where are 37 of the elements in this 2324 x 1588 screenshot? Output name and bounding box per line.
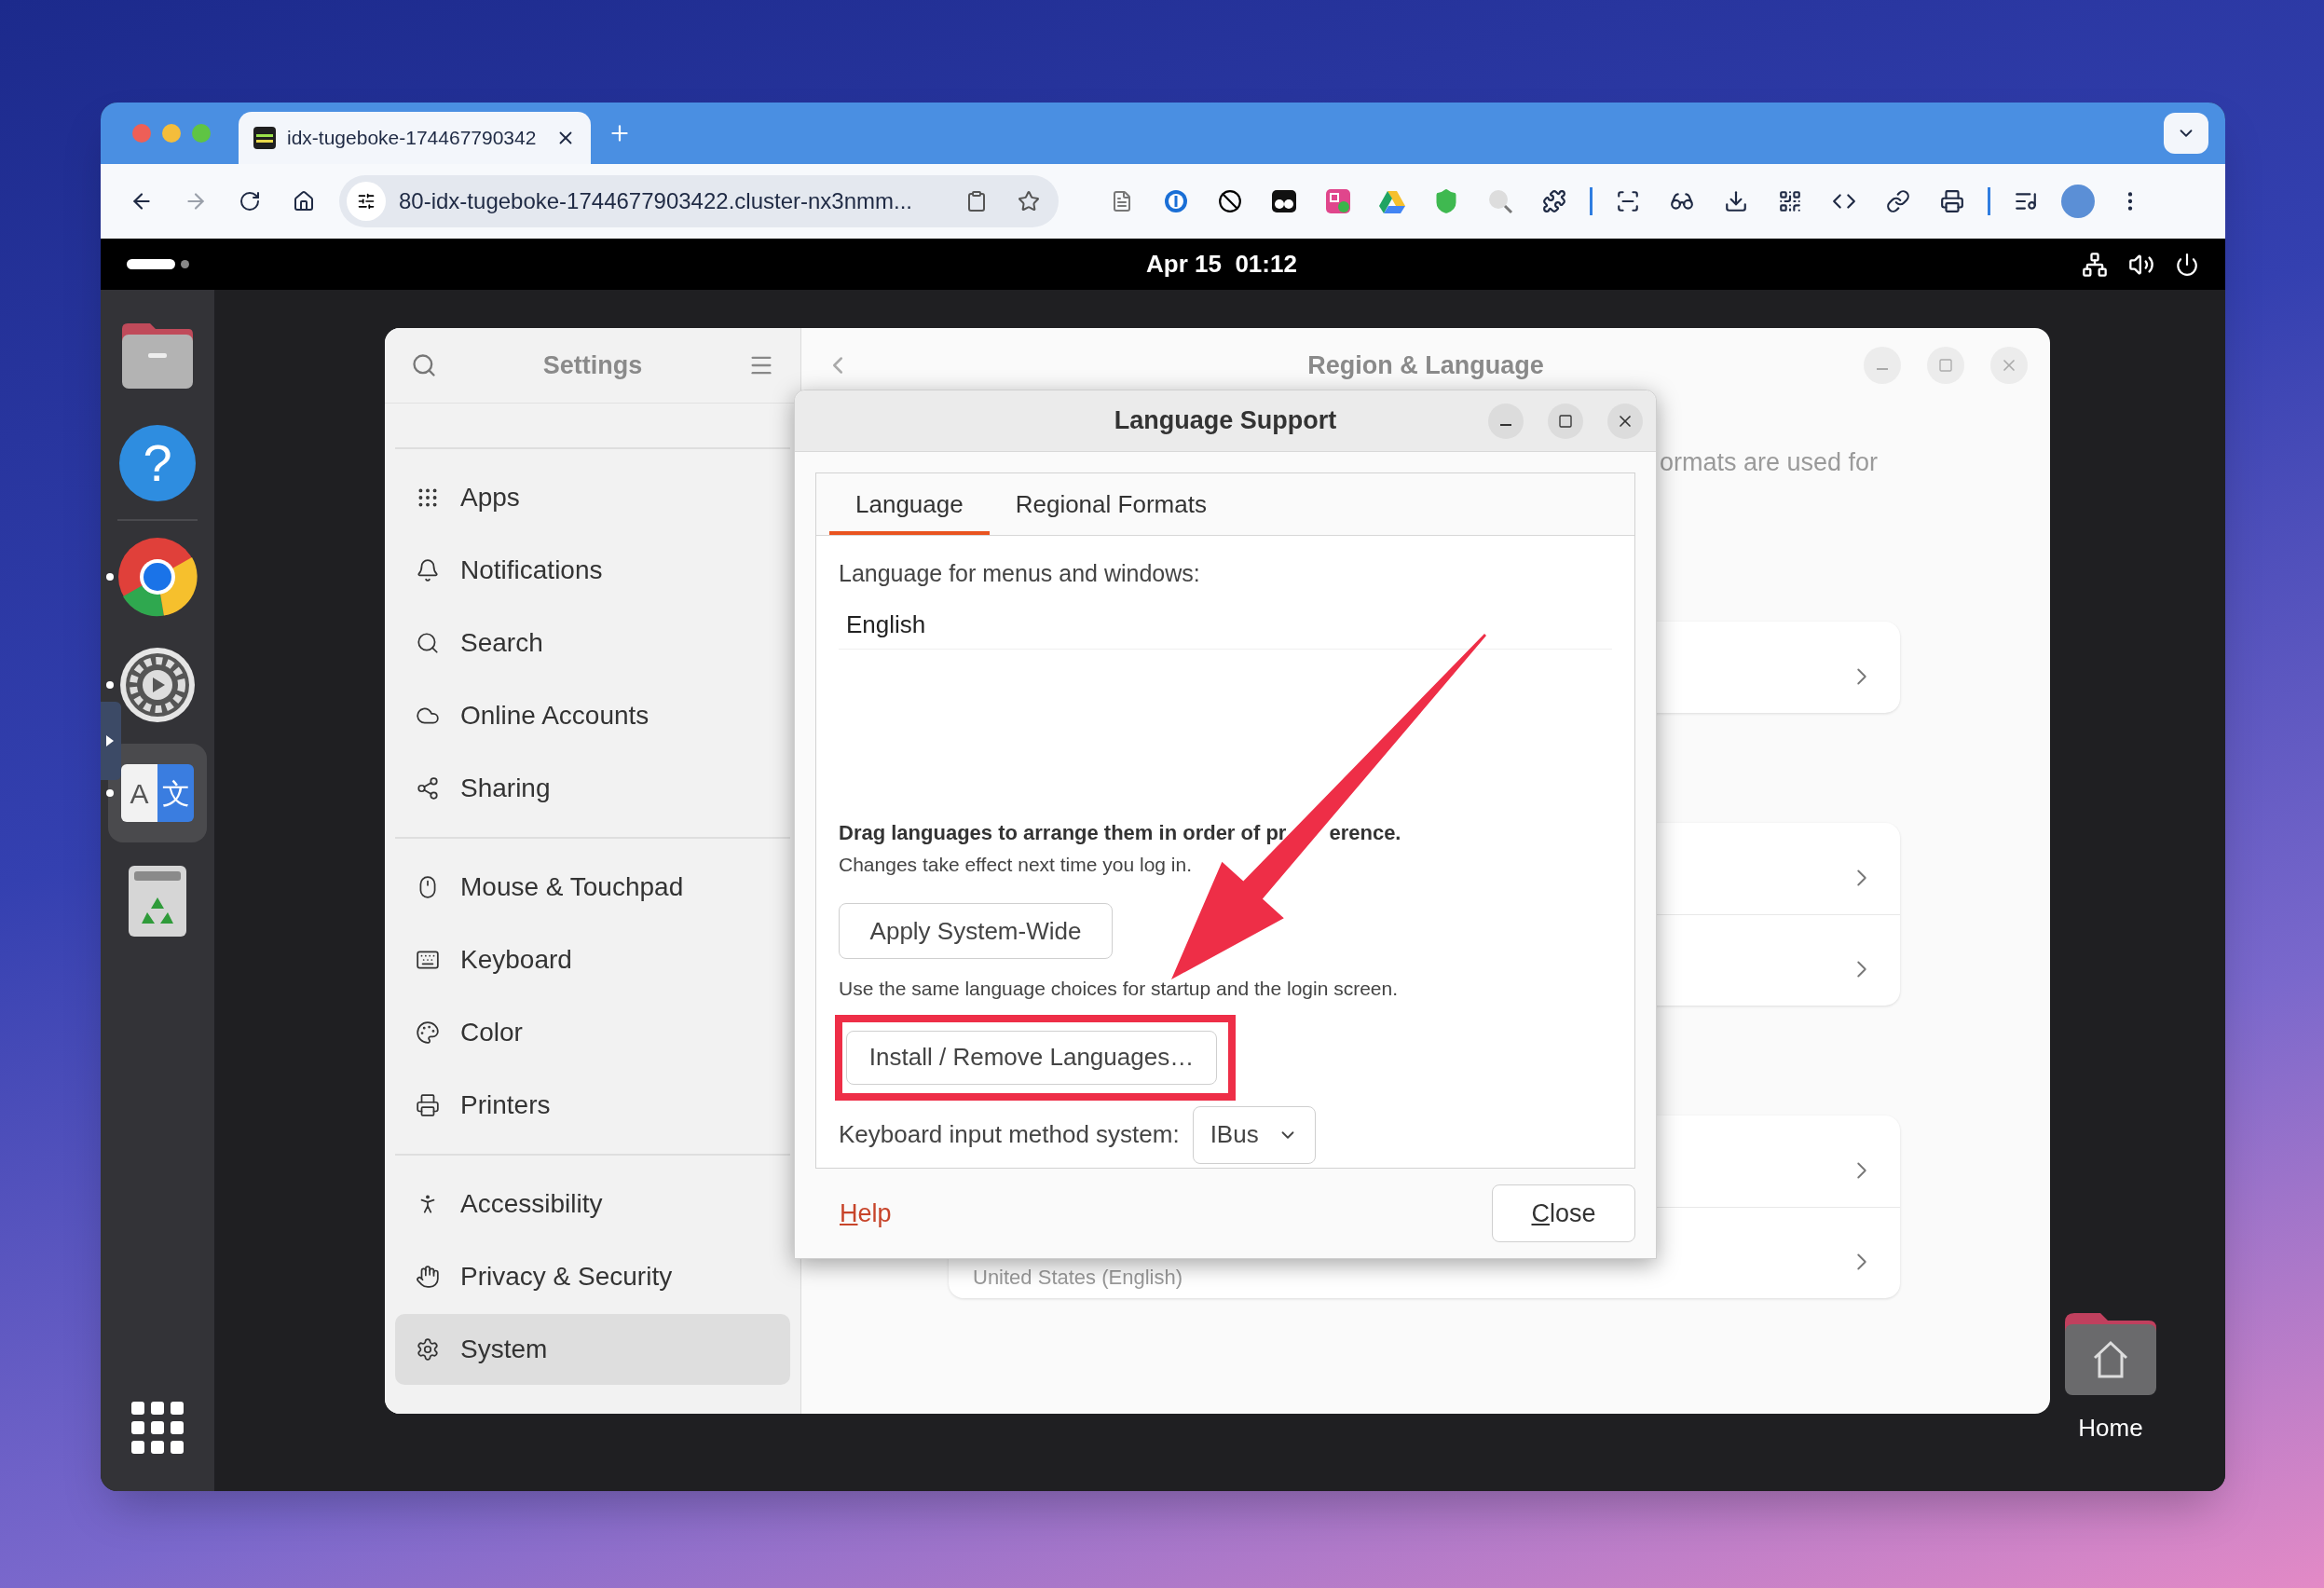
sidebar-item[interactable]: Search — [395, 608, 790, 678]
clock[interactable]: Apr 15 01:12 — [1146, 246, 1297, 282]
install-button[interactable]: Install / Remove Languages… — [846, 1030, 1217, 1085]
drag-hint: Drag languages to arrange them in order of pr — [839, 819, 1287, 846]
pane-title: Region & Language — [1307, 349, 1544, 381]
address-field[interactable]: 80-idx-tugeboke-1744677903422.cluster-nx3nmm... — [339, 175, 1059, 227]
sidebar-item[interactable]: Keyboard — [395, 924, 790, 995]
window-title: Settings — [542, 349, 643, 381]
language-list[interactable]: English — [839, 600, 1612, 817]
field-label: Keyboard input method system: — [839, 1119, 1180, 1150]
sidebar-item[interactable]: Notifications — [395, 535, 790, 606]
close-dialog-button[interactable]: Close — [1492, 1184, 1635, 1242]
description-text: ormats are used for — [1660, 447, 1880, 478]
dialog-title: Language Support — [1114, 405, 1337, 437]
desktop-icon-label[interactable]: Home — [2078, 1410, 2143, 1446]
sidebar-item[interactable]: System — [395, 1314, 790, 1385]
sidebar-item[interactable]: Privacy & Security — [395, 1241, 790, 1312]
apply-hint: Use the same language choices for startup and the login screen. — [839, 977, 1400, 1001]
tab[interactable]: Language — [829, 473, 990, 535]
sidebar-item[interactable]: Sharing — [395, 753, 790, 824]
sidebar-item[interactable]: Printers — [395, 1070, 790, 1141]
browser-tab[interactable]: idx-tugeboke-174467790342 — [239, 112, 591, 164]
restart-hint: Changes take effect next time you log in. — [839, 852, 1193, 877]
sidebar-item[interactable]: Mouse & Touchpad — [395, 852, 790, 923]
help-icon[interactable]: ? — [119, 425, 196, 501]
input-method-dropdown[interactable]: IBus — [1192, 1105, 1316, 1164]
apply-button[interactable]: Apply System-Wide — [839, 903, 1113, 959]
sidebar-item[interactable]: Online Accounts — [395, 680, 790, 751]
field-label: Language for menus and windows: — [839, 559, 1201, 588]
sidebar-item[interactable]: Accessibility — [395, 1169, 790, 1239]
sidebar-item[interactable]: Apps — [395, 462, 790, 533]
help-link[interactable]: Help — [840, 1194, 892, 1233]
sidebar-item[interactable]: Color — [395, 997, 790, 1068]
list-item[interactable]: English — [846, 606, 926, 643]
row-value: United States (English) — [973, 1264, 1183, 1291]
tab[interactable]: Regional Formats — [989, 473, 1233, 535]
drag-hint: erence. — [1329, 819, 1401, 846]
